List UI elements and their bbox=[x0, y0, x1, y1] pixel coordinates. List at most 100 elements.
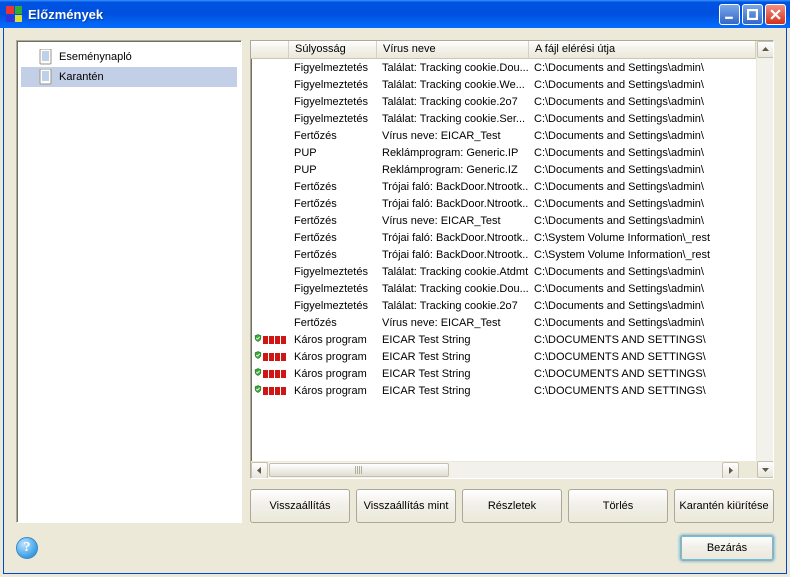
scroll-up-icon[interactable] bbox=[757, 41, 774, 58]
cell-severity: Figyelmeztetés bbox=[289, 283, 377, 295]
cell-virus-name: Találat: Tracking cookie.Dou... bbox=[377, 283, 529, 295]
cell-severity: Figyelmeztetés bbox=[289, 113, 377, 125]
severity-bars-icon bbox=[263, 353, 286, 361]
restore-button[interactable]: Visszaállítás bbox=[250, 489, 350, 523]
cell-severity: Káros program bbox=[289, 368, 377, 380]
cell-path: C:\Documents and Settings\admin\ bbox=[529, 198, 756, 210]
col-virus[interactable]: Vírus neve bbox=[377, 41, 529, 58]
restore-as-button[interactable]: Visszaállítás mint bbox=[356, 489, 456, 523]
cell-path: C:\DOCUMENTS AND SETTINGS\ bbox=[529, 385, 756, 397]
cell-severity: Káros program bbox=[289, 351, 377, 363]
details-button[interactable]: Részletek bbox=[462, 489, 562, 523]
cell-path: C:\DOCUMENTS AND SETTINGS\ bbox=[529, 334, 756, 346]
cell-path: C:\System Volume Information\_rest bbox=[529, 232, 756, 244]
delete-button[interactable]: Törlés bbox=[568, 489, 668, 523]
shield-icon bbox=[254, 384, 262, 398]
severity-bars-icon bbox=[263, 387, 286, 395]
tree-item-label: Karantén bbox=[59, 71, 104, 83]
window-title: Előzmények bbox=[28, 7, 719, 22]
scroll-left-icon[interactable] bbox=[251, 462, 268, 479]
vertical-scrollbar[interactable] bbox=[756, 41, 773, 478]
table-row[interactable]: FigyelmeztetésTalálat: Tracking cookie.S… bbox=[251, 110, 756, 127]
table-row[interactable]: FigyelmeztetésTalálat: Tracking cookie.D… bbox=[251, 59, 756, 76]
cell-severity: Fertőzés bbox=[289, 181, 377, 193]
minimize-button[interactable] bbox=[719, 4, 740, 25]
cell-path: C:\Documents and Settings\admin\ bbox=[529, 181, 756, 193]
list-rows: FigyelmeztetésTalálat: Tracking cookie.D… bbox=[251, 59, 756, 461]
cell-severity: Káros program bbox=[289, 385, 377, 397]
table-row[interactable]: FertőzésTrójai faló: BackDoor.Ntrootk...… bbox=[251, 178, 756, 195]
column-headers[interactable]: Súlyosság Vírus neve A fájl elérési útja bbox=[251, 41, 756, 59]
table-row[interactable]: Káros programEICAR Test StringC:\DOCUMEN… bbox=[251, 331, 756, 348]
client-area: Eseménynapló Karantén Súlyosság Vírus ne… bbox=[3, 28, 787, 574]
cell-severity: Figyelmeztetés bbox=[289, 266, 377, 278]
horizontal-scrollbar[interactable] bbox=[251, 461, 756, 478]
cell-path: C:\Documents and Settings\admin\ bbox=[529, 113, 756, 125]
maximize-button[interactable] bbox=[742, 4, 763, 25]
cell-icon bbox=[251, 350, 289, 364]
table-row[interactable]: FigyelmeztetésTalálat: Tracking cookie.2… bbox=[251, 297, 756, 314]
col-severity[interactable]: Súlyosság bbox=[289, 41, 377, 58]
table-row[interactable]: FertőzésVírus neve: EICAR_TestC:\Documen… bbox=[251, 314, 756, 331]
cell-path: C:\Documents and Settings\admin\ bbox=[529, 79, 756, 91]
scroll-down-icon[interactable] bbox=[757, 461, 774, 478]
close-dialog-button[interactable]: Bezárás bbox=[680, 535, 774, 561]
table-row[interactable]: PUPReklámprogram: Generic.IZC:\Documents… bbox=[251, 161, 756, 178]
table-row[interactable]: PUPReklámprogram: Generic.IPC:\Documents… bbox=[251, 144, 756, 161]
scroll-right-icon[interactable] bbox=[722, 462, 739, 479]
cell-virus-name: EICAR Test String bbox=[377, 351, 529, 363]
cell-path: C:\Documents and Settings\admin\ bbox=[529, 283, 756, 295]
table-row[interactable]: FigyelmeztetésTalálat: Tracking cookie.2… bbox=[251, 93, 756, 110]
close-button[interactable] bbox=[765, 4, 786, 25]
table-row[interactable]: Káros programEICAR Test StringC:\DOCUMEN… bbox=[251, 365, 756, 382]
cell-severity: Figyelmeztetés bbox=[289, 300, 377, 312]
cell-virus-name: Trójai faló: BackDoor.Ntrootk... bbox=[377, 232, 529, 244]
cell-virus-name: Találat: Tracking cookie.2o7 bbox=[377, 96, 529, 108]
table-row[interactable]: FigyelmeztetésTalálat: Tracking cookie.W… bbox=[251, 76, 756, 93]
table-row[interactable]: Káros programEICAR Test StringC:\DOCUMEN… bbox=[251, 382, 756, 399]
cell-virus-name: Trójai faló: BackDoor.Ntrootk... bbox=[377, 181, 529, 193]
cell-severity: Fertőzés bbox=[289, 130, 377, 142]
quarantine-list: Súlyosság Vírus neve A fájl elérési útja… bbox=[250, 40, 774, 479]
cell-severity: Fertőzés bbox=[289, 317, 377, 329]
table-row[interactable]: FigyelmeztetésTalálat: Tracking cookie.D… bbox=[251, 280, 756, 297]
table-row[interactable]: FertőzésVírus neve: EICAR_TestC:\Documen… bbox=[251, 127, 756, 144]
action-buttons: Visszaállítás Visszaállítás mint Részlet… bbox=[250, 489, 774, 523]
cell-virus-name: Találat: Tracking cookie.We... bbox=[377, 79, 529, 91]
shield-icon bbox=[254, 350, 262, 364]
table-row[interactable]: FertőzésVírus neve: EICAR_TestC:\Documen… bbox=[251, 212, 756, 229]
cell-severity: Fertőzés bbox=[289, 198, 377, 210]
cell-severity: Figyelmeztetés bbox=[289, 79, 377, 91]
table-row[interactable]: FertőzésTrójai faló: BackDoor.Ntrootk...… bbox=[251, 246, 756, 263]
help-button[interactable]: ? bbox=[16, 537, 38, 559]
cell-severity: Fertőzés bbox=[289, 232, 377, 244]
cell-path: C:\Documents and Settings\admin\ bbox=[529, 164, 756, 176]
col-path[interactable]: A fájl elérési útja bbox=[529, 41, 756, 58]
shield-icon bbox=[254, 333, 262, 347]
table-row[interactable]: FertőzésTrójai faló: BackDoor.Ntrootk...… bbox=[251, 229, 756, 246]
cell-path: C:\Documents and Settings\admin\ bbox=[529, 147, 756, 159]
tree-item-quarantine[interactable]: Karantén bbox=[21, 67, 237, 87]
cell-virus-name: Vírus neve: EICAR_Test bbox=[377, 317, 529, 329]
tree-item-eventlog[interactable]: Eseménynapló bbox=[21, 47, 237, 67]
cell-virus-name: Vírus neve: EICAR_Test bbox=[377, 130, 529, 142]
table-row[interactable]: FigyelmeztetésTalálat: Tracking cookie.A… bbox=[251, 263, 756, 280]
cell-path: C:\Documents and Settings\admin\ bbox=[529, 300, 756, 312]
cell-severity: Fertőzés bbox=[289, 215, 377, 227]
log-icon bbox=[39, 49, 53, 65]
shield-icon bbox=[254, 367, 262, 381]
cell-path: C:\Documents and Settings\admin\ bbox=[529, 130, 756, 142]
cell-icon bbox=[251, 384, 289, 398]
cell-path: C:\Documents and Settings\admin\ bbox=[529, 62, 756, 74]
table-row[interactable]: FertőzésTrójai faló: BackDoor.Ntrootk...… bbox=[251, 195, 756, 212]
cell-virus-name: EICAR Test String bbox=[377, 368, 529, 380]
cell-severity: Káros program bbox=[289, 334, 377, 346]
empty-quarantine-button[interactable]: Karantén kiürítése bbox=[674, 489, 774, 523]
titlebar[interactable]: Előzmények bbox=[0, 0, 790, 28]
cell-path: C:\Documents and Settings\admin\ bbox=[529, 215, 756, 227]
cell-virus-name: Reklámprogram: Generic.IP bbox=[377, 147, 529, 159]
severity-bars-icon bbox=[263, 336, 286, 344]
cell-virus-name: Vírus neve: EICAR_Test bbox=[377, 215, 529, 227]
table-row[interactable]: Káros programEICAR Test StringC:\DOCUMEN… bbox=[251, 348, 756, 365]
scroll-thumb[interactable] bbox=[269, 463, 449, 477]
